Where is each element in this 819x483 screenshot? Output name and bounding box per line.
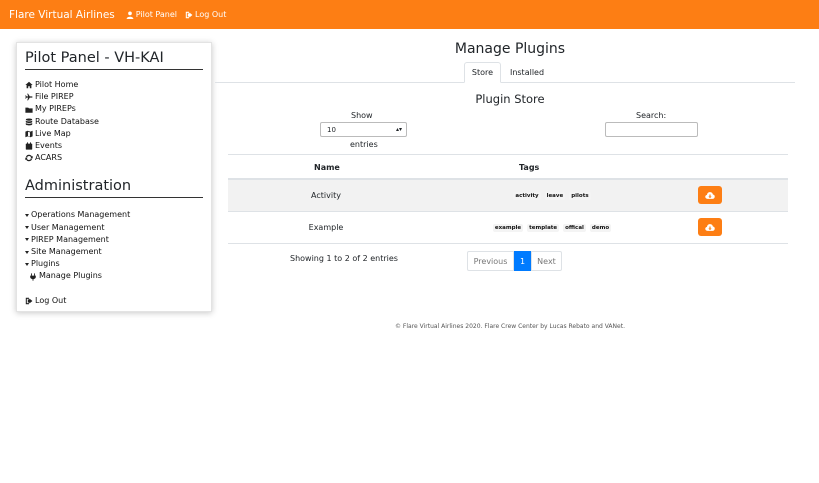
sidebar-item-label: Pilot Home <box>35 80 79 89</box>
nav-logout-label: Log Out <box>195 10 227 19</box>
plugin-tags: example template offical demo <box>424 224 680 232</box>
tag-badge: leave <box>544 192 566 200</box>
folder-icon <box>25 107 33 113</box>
cloud-download-icon <box>705 223 715 231</box>
sidebar-item-label: Plugins <box>31 259 60 269</box>
sign-out-icon <box>185 11 193 18</box>
tab-installed[interactable]: Installed <box>503 62 551 83</box>
sidebar-item-label: Operations Management <box>31 210 131 220</box>
sidebar-item-label: Manage Plugins <box>39 271 102 281</box>
install-example-button[interactable] <box>698 218 722 236</box>
tag-badge: example <box>492 224 524 232</box>
table-header: Name Tags <box>228 154 788 180</box>
user-icon <box>126 11 134 19</box>
sidebar-item-label: Live Map <box>35 128 71 138</box>
tag-badge: pilots <box>569 192 591 200</box>
sidebar-item-logout[interactable]: Log Out <box>25 295 203 307</box>
entries-length-select[interactable]: 10 ▴▾ <box>320 122 407 137</box>
map-icon <box>25 130 33 138</box>
sync-icon <box>25 155 33 162</box>
sidebar-item-label: PIREP Management <box>31 234 109 244</box>
table-row: Example example template offical demo <box>228 212 788 244</box>
sidebar-title: Pilot Panel - VH-KAI <box>25 50 203 70</box>
sidebar-item-label: File PIREP <box>35 92 74 102</box>
tag-badge: demo <box>589 224 612 232</box>
sidebar-item-route-database[interactable]: Route Database <box>25 116 203 128</box>
brand-link[interactable]: Flare Virtual Airlines <box>9 9 115 21</box>
sidebar-item-events[interactable]: Events <box>25 140 203 152</box>
nav-pilot-panel-label: Pilot Panel <box>135 10 178 19</box>
sidebar-item-my-pireps[interactable]: My PIREPs <box>25 103 203 115</box>
tag-badge: activity <box>513 192 541 200</box>
col-header-tags[interactable]: Tags <box>519 163 539 172</box>
plugin-tags: activity leave pilots <box>424 192 680 200</box>
home-icon <box>25 81 33 89</box>
caret-down-icon <box>25 226 29 230</box>
caret-down-icon <box>25 250 29 254</box>
entries-label: entries <box>350 140 378 149</box>
sidebar-item-user-management[interactable]: User Management <box>25 222 203 234</box>
sidebar-item-file-pirep[interactable]: File PIREP <box>25 91 203 103</box>
pagination-next[interactable]: Next <box>531 251 562 271</box>
sidebar-item-pilot-home[interactable]: Pilot Home <box>25 79 203 91</box>
navbar: Flare Virtual Airlines Pilot Panel Log O… <box>0 0 819 29</box>
sidebar-item-pirep-management[interactable]: PIREP Management <box>25 234 203 246</box>
admin-title: Administration <box>25 178 203 199</box>
sidebar-item-label: Site Management <box>31 247 102 257</box>
page-title: Manage Plugins <box>454 41 566 57</box>
sidebar-item-live-map[interactable]: Live Map <box>25 128 203 140</box>
pagination-page-1[interactable]: 1 <box>514 251 531 271</box>
show-label: Show <box>351 111 373 120</box>
pagination-previous[interactable]: Previous <box>467 251 514 271</box>
database-icon <box>25 118 33 126</box>
sidebar-item-label: My PIREPs <box>35 104 76 114</box>
plane-icon <box>25 93 33 101</box>
sidebar-item-operations-management[interactable]: Operations Management <box>25 209 203 221</box>
sidebar-item-site-management[interactable]: Site Management <box>25 246 203 258</box>
pagination: Previous 1 Next <box>467 251 562 271</box>
cloud-download-icon <box>705 191 715 199</box>
sidebar-item-label: Events <box>35 141 63 151</box>
plugin-tabs: Store Installed <box>215 62 795 83</box>
sidebar-item-acars[interactable]: ACARS <box>25 152 203 164</box>
table-info: Showing 1 to 2 of 2 entries <box>290 254 398 263</box>
select-arrows-icon: ▴▾ <box>395 126 402 133</box>
table-row: Activity activity leave pilots <box>228 180 788 212</box>
tag-badge: offical <box>563 224 586 232</box>
search-input[interactable] <box>605 122 698 137</box>
pilot-sidebar: Pilot Panel - VH-KAI Pilot Home File PIR… <box>16 42 212 312</box>
col-header-name[interactable]: Name <box>314 163 340 172</box>
calendar-icon <box>25 142 33 150</box>
sidebar-item-plugins[interactable]: Plugins <box>25 258 203 270</box>
caret-down-icon <box>25 238 29 242</box>
sign-out-icon <box>25 297 33 304</box>
sidebar-item-label: User Management <box>31 222 105 232</box>
sidebar-item-label: ACARS <box>35 153 63 163</box>
plug-icon <box>30 272 36 281</box>
plugin-name: Example <box>308 223 344 232</box>
caret-down-icon <box>25 262 29 266</box>
sidebar-item-label: Log Out <box>35 295 67 305</box>
nav-pilot-panel-link[interactable]: Pilot Panel <box>126 10 177 19</box>
sidebar-item-manage-plugins[interactable]: Manage Plugins <box>25 270 203 282</box>
entries-length-value: 10 <box>327 125 336 134</box>
nav-logout-link[interactable]: Log Out <box>185 10 226 19</box>
tab-store[interactable]: Store <box>464 62 501 83</box>
search-label: Search: <box>636 111 667 120</box>
plugin-name: Activity <box>311 191 341 200</box>
store-title: Plugin Store <box>475 92 545 106</box>
footer: © Flare Virtual Airlines 2020. Flare Cre… <box>395 323 625 330</box>
plugins-table: Name Tags Activity activity leave pilots… <box>228 154 788 244</box>
tag-badge: template <box>527 224 560 232</box>
install-activity-button[interactable] <box>698 186 722 204</box>
caret-down-icon <box>25 214 29 218</box>
sidebar-item-label: Route Database <box>35 116 99 126</box>
